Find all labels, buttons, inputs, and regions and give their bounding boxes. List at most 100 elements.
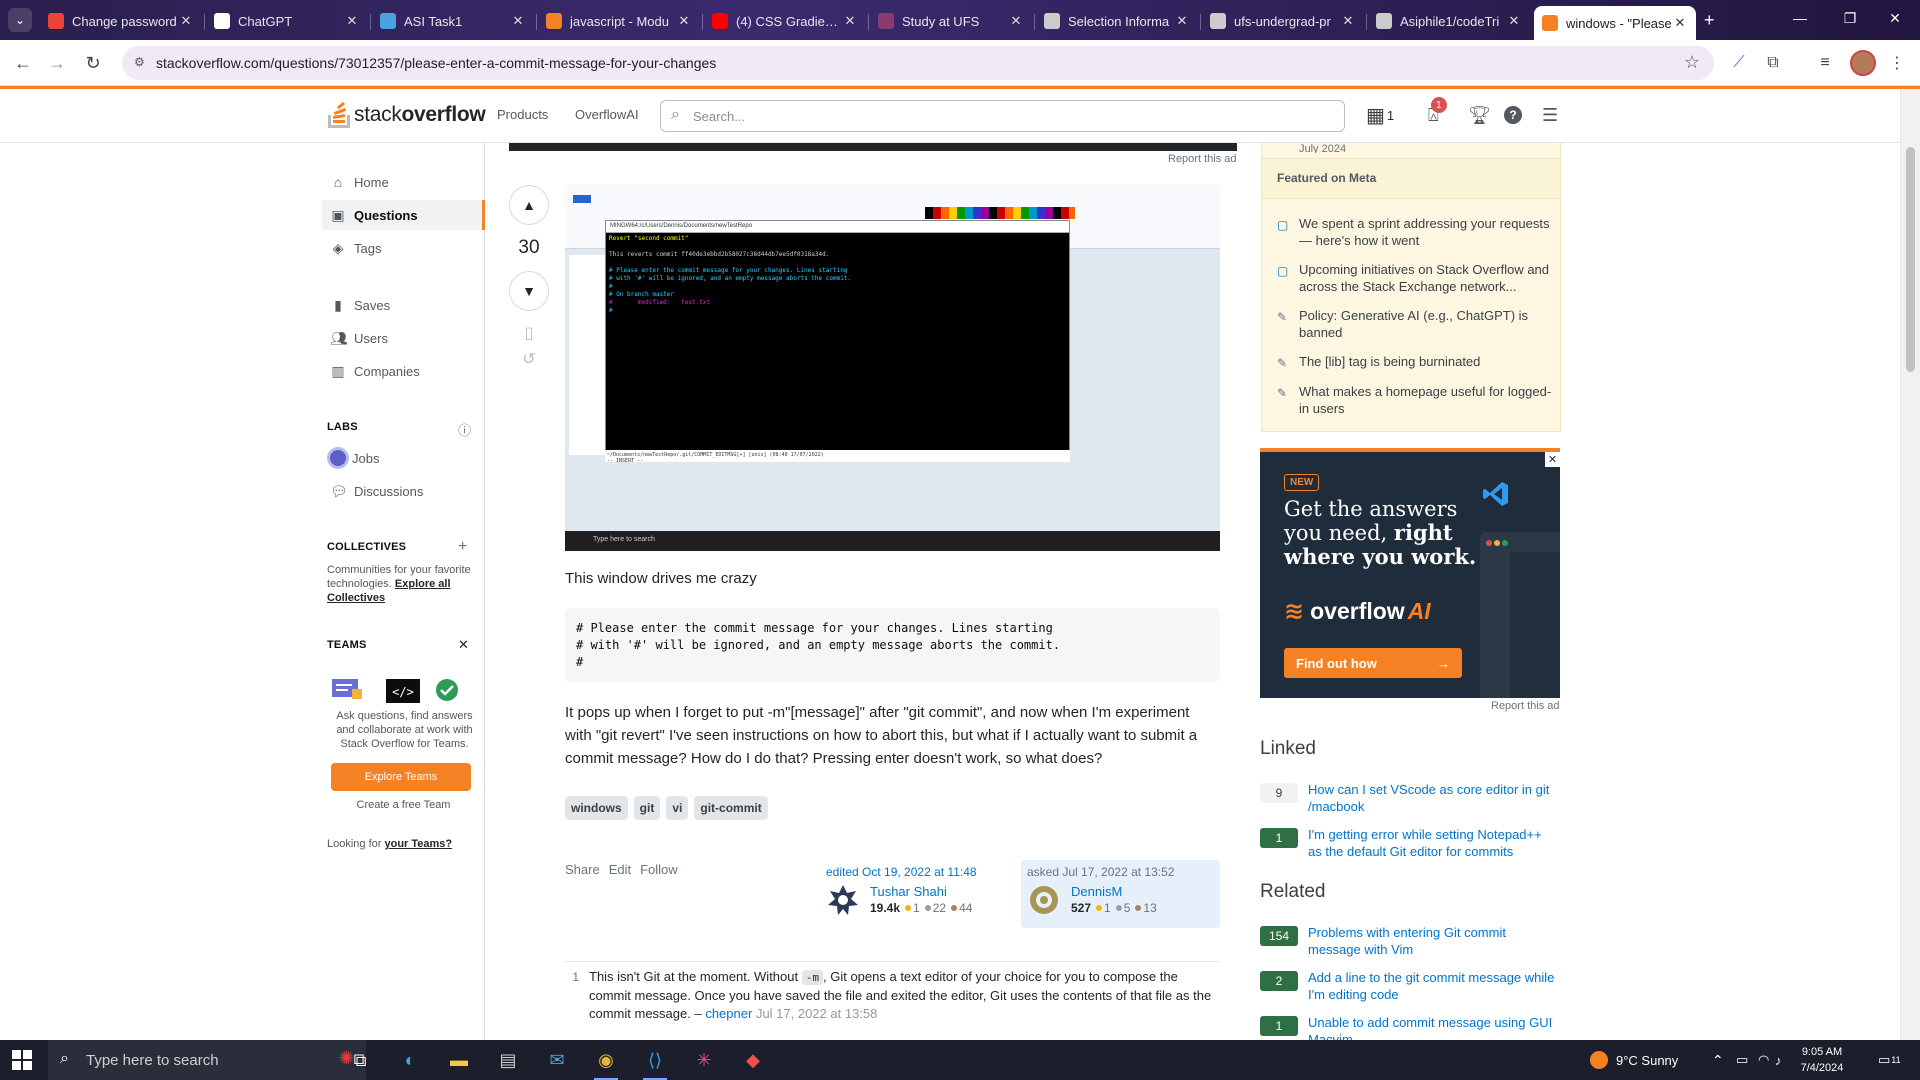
close-teams-icon[interactable]: ✕ xyxy=(458,637,469,653)
editor-avatar[interactable] xyxy=(826,883,860,917)
related-title[interactable]: Add a line to the git commit message whi… xyxy=(1308,969,1558,1003)
report-ad-link-2[interactable]: Report this ad xyxy=(1491,700,1559,712)
your-teams-link[interactable]: your Teams? xyxy=(385,838,453,850)
create-team-link[interactable]: Create a free Team xyxy=(322,799,485,811)
meta-item-text[interactable]: Upcoming initiatives on Stack Overflow a… xyxy=(1299,262,1549,294)
related-item[interactable]: 2 Add a line to the git commit message w… xyxy=(1260,969,1560,1009)
tab-close-icon[interactable]: ✕ xyxy=(1506,13,1522,29)
meta-item[interactable]: ✎ Policy: Generative AI (e.g., ChatGPT) i… xyxy=(1277,307,1552,341)
meta-item-text[interactable]: We spent a sprint addressing your reques… xyxy=(1299,216,1550,248)
comment-author[interactable]: chepner xyxy=(705,1006,752,1021)
related-title[interactable]: Problems with entering Git commit messag… xyxy=(1308,924,1558,958)
tray-chevron-icon[interactable]: ⌃ xyxy=(1712,1040,1724,1080)
wifi-icon[interactable]: ◠ xyxy=(1758,1040,1769,1080)
chrome-icon[interactable]: ◉ xyxy=(588,1046,624,1080)
nav-overflowai[interactable]: OverflowAI xyxy=(575,107,639,122)
weather-widget[interactable]: 9°C Sunny xyxy=(1590,1040,1678,1080)
media-queue-icon[interactable]: ≡ xyxy=(1814,52,1836,74)
linked-item[interactable]: 1 I'm getting error while setting Notepa… xyxy=(1260,826,1560,866)
tab-close-icon[interactable]: ✕ xyxy=(1174,13,1190,29)
tab-close-icon[interactable]: ✕ xyxy=(1340,13,1356,29)
nav-discussions[interactable]: 💬︎ Discussions xyxy=(322,476,485,506)
trophy-icon[interactable]: 🏆︎ xyxy=(1468,103,1491,127)
taskbar-clock[interactable]: 9:05 AM 7/4/2024 xyxy=(1786,1044,1858,1076)
meta-item-text[interactable]: The [lib] tag is being burninated xyxy=(1299,354,1480,369)
meta-item[interactable]: ▢ We spent a sprint addressing your reque… xyxy=(1277,215,1552,249)
nav-saves[interactable]: ▮ Saves xyxy=(322,290,485,320)
browser-menu-icon[interactable]: ⋮ xyxy=(1886,52,1908,74)
linked-title[interactable]: I'm getting error while setting Notepad+… xyxy=(1308,826,1558,860)
inbox-button[interactable]: ⍓ 1 xyxy=(1428,97,1447,127)
so-logo[interactable]: stackoverflow xyxy=(328,101,486,129)
volume-icon[interactable]: ♪ xyxy=(1775,1040,1782,1080)
browser-tab[interactable]: ufs-undergrad-pr ✕ xyxy=(1202,6,1364,36)
nav-products[interactable]: Products xyxy=(497,107,548,122)
tab-close-icon[interactable]: ✕ xyxy=(344,13,360,29)
browser-tab[interactable]: Selection Informa ✕ xyxy=(1036,6,1198,36)
git-icon[interactable]: ◆ xyxy=(735,1046,771,1074)
nav-jobs[interactable]: Jobs xyxy=(322,443,485,473)
linked-item[interactable]: 9 How can I set VScode as core editor in… xyxy=(1260,781,1560,821)
downvote-button[interactable]: ▼ xyxy=(509,271,549,311)
ad-cta-button[interactable]: Find out how → xyxy=(1284,648,1462,678)
site-info-icon[interactable]: ⚙ xyxy=(134,55,150,71)
tab-close-icon[interactable]: ✕ xyxy=(676,13,692,29)
reload-button[interactable]: ↻ xyxy=(82,52,104,74)
related-title[interactable]: Unable to add commit message using GUI M… xyxy=(1308,1014,1558,1040)
info-icon[interactable]: ⓘ xyxy=(458,420,471,439)
nav-users[interactable]: 👥︎ Users xyxy=(322,323,485,353)
bookmark-star-icon[interactable]: ☆ xyxy=(1684,52,1700,73)
browser-tab[interactable]: javascript - Modu ✕ xyxy=(538,6,700,36)
forward-button[interactable]: → xyxy=(46,52,68,74)
report-ad-link[interactable]: Report this ad xyxy=(1168,153,1236,165)
browser-tab[interactable]: windows - "Please ✕ xyxy=(1534,6,1696,40)
tray-device-icon[interactable]: ▭ xyxy=(1736,1040,1748,1080)
new-tab-button[interactable]: + xyxy=(1704,10,1715,31)
upvote-button[interactable]: ▲ xyxy=(509,185,549,225)
site-switcher-icon[interactable]: ☰ xyxy=(1542,103,1558,127)
omnibox[interactable]: ⚙ stackoverflow.com/questions/73012357/p… xyxy=(122,46,1714,80)
nav-home[interactable]: ⌂ Home xyxy=(322,167,485,197)
browser-tab[interactable]: Asiphile1/codeTri ✕ xyxy=(1368,6,1530,36)
save-bookmark-icon[interactable]: ▯ xyxy=(509,323,549,343)
nav-tags[interactable]: ◈ Tags xyxy=(322,233,485,263)
edge-icon[interactable]: ◐ xyxy=(392,1046,428,1074)
achievements-button[interactable]: ▦ 1 xyxy=(1366,103,1394,127)
comment-date[interactable]: Jul 17, 2022 at 13:58 xyxy=(756,1006,877,1021)
notification-button[interactable]: ▭ 11 xyxy=(1878,1040,1901,1080)
tab-search-button[interactable]: ⌄ xyxy=(8,8,32,32)
browser-tab[interactable]: Study at UFS ✕ xyxy=(870,6,1032,36)
share-link[interactable]: Share xyxy=(565,862,600,877)
meta-item[interactable]: ▢ Upcoming initiatives on Stack Overflow … xyxy=(1277,261,1552,295)
extension-icon[interactable]: ⟋ xyxy=(1728,52,1750,74)
tab-close-icon[interactable]: ✕ xyxy=(510,13,526,29)
minimize-button[interactable]: — xyxy=(1780,10,1820,26)
search-input[interactable] xyxy=(693,106,1333,126)
owner-name[interactable]: DennisM xyxy=(1071,884,1122,899)
tab-close-icon[interactable]: ✕ xyxy=(1008,13,1024,29)
restore-button[interactable]: ❐ xyxy=(1830,10,1870,27)
close-ad-icon[interactable]: ✕ xyxy=(1545,452,1560,467)
follow-link[interactable]: Follow xyxy=(640,862,678,877)
windows-start-icon[interactable] xyxy=(12,1050,32,1070)
page-scrollbar[interactable] xyxy=(1900,89,1920,1040)
related-item[interactable]: 1 Unable to add commit message using GUI… xyxy=(1260,1014,1560,1040)
store-icon[interactable]: ▤ xyxy=(490,1046,526,1074)
profile-avatar[interactable] xyxy=(1850,50,1876,76)
explore-teams-button[interactable]: Explore Teams xyxy=(331,763,471,791)
meta-item-text[interactable]: Policy: Generative AI (e.g., ChatGPT) is… xyxy=(1299,308,1528,340)
edit-link[interactable]: Edit xyxy=(609,862,631,877)
file-explorer-icon[interactable]: ▬ xyxy=(441,1046,477,1074)
browser-tab[interactable]: Change password ✕ xyxy=(40,6,202,36)
related-item[interactable]: 154 Problems with entering Git commit me… xyxy=(1260,924,1560,964)
tag-git-commit[interactable]: git-commit xyxy=(694,796,768,820)
browser-tab[interactable]: ChatGPT ✕ xyxy=(206,6,368,36)
nav-questions[interactable]: ▣ Questions xyxy=(322,200,485,230)
meta-item-text[interactable]: What makes a homepage useful for logged-… xyxy=(1299,384,1551,416)
meta-item[interactable]: ✎ What makes a homepage useful for logged… xyxy=(1277,383,1552,417)
meta-item[interactable]: ✎ The [lib] tag is being burninated xyxy=(1277,353,1552,370)
vscode-icon[interactable]: ⟨⟩ xyxy=(637,1046,673,1080)
scrollbar-thumb[interactable] xyxy=(1906,147,1915,372)
close-window-button[interactable]: ✕ xyxy=(1875,10,1915,27)
taskbar-search[interactable]: ⌕ Type here to search ✺ xyxy=(48,1040,366,1080)
